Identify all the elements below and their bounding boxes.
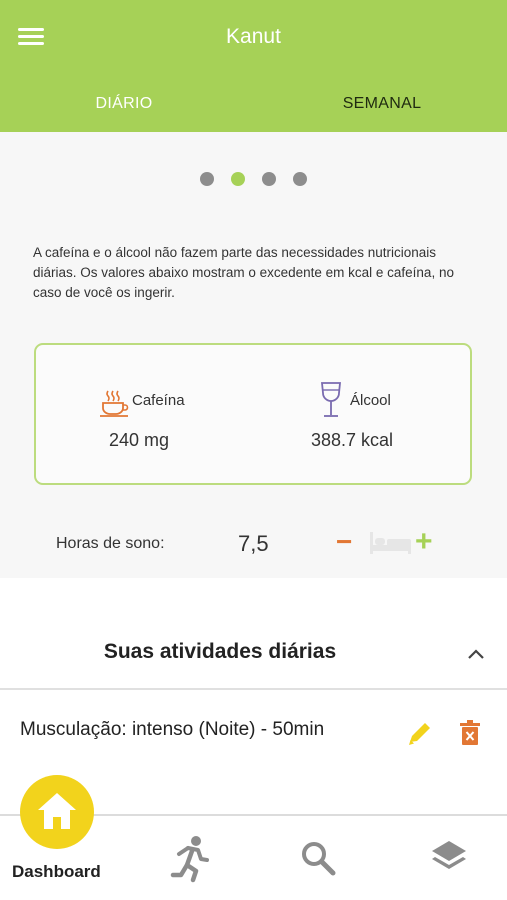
chevron-up-icon[interactable] [466,647,486,661]
wine-glass-icon [321,382,341,417]
carousel-dot-3[interactable] [262,172,276,186]
nav-dashboard-label[interactable]: Dashboard [12,862,101,882]
edit-pencil-icon[interactable] [406,720,434,748]
caffeine-label: Cafeína [132,392,185,409]
carousel-dot-2[interactable] [231,172,245,186]
sleep-hours-value: 7,5 [238,531,269,556]
tab-daily[interactable]: DIÁRIO [64,95,184,113]
running-icon[interactable] [170,835,210,883]
coffee-cup-icon [100,390,129,417]
intake-card: Cafeína 240 mg Álcool 388.7 kcal [34,343,472,485]
section-divider [0,688,507,690]
trash-icon[interactable] [459,720,481,746]
carousel-dot-1[interactable] [200,172,214,186]
alcohol-value: 388.7 kcal [311,430,394,450]
carousel-pagination [200,172,310,188]
intro-text: A cafeína e o álcool não fazem parte das… [33,245,454,300]
tab-weekly[interactable]: SEMANAL [322,95,442,113]
sleep-hours-label: Horas de sono: [56,535,165,552]
alcohol-label: Álcool [350,392,391,409]
sleep-decrease-button[interactable]: − [336,528,352,556]
layers-icon[interactable] [430,838,468,876]
app-title: Kanut [226,25,281,48]
activity-item-text: Musculação: intenso (Noite) - 50min [20,719,325,740]
caffeine-value: 240 mg [109,430,170,450]
sleep-increase-button[interactable]: + [415,527,433,557]
carousel-dot-4[interactable] [293,172,307,186]
bed-icon [370,532,411,554]
nav-dashboard-button[interactable] [20,775,94,849]
activities-section-title: Suas atividades diárias [103,640,337,663]
search-icon[interactable] [300,840,336,876]
home-icon [38,793,76,829]
